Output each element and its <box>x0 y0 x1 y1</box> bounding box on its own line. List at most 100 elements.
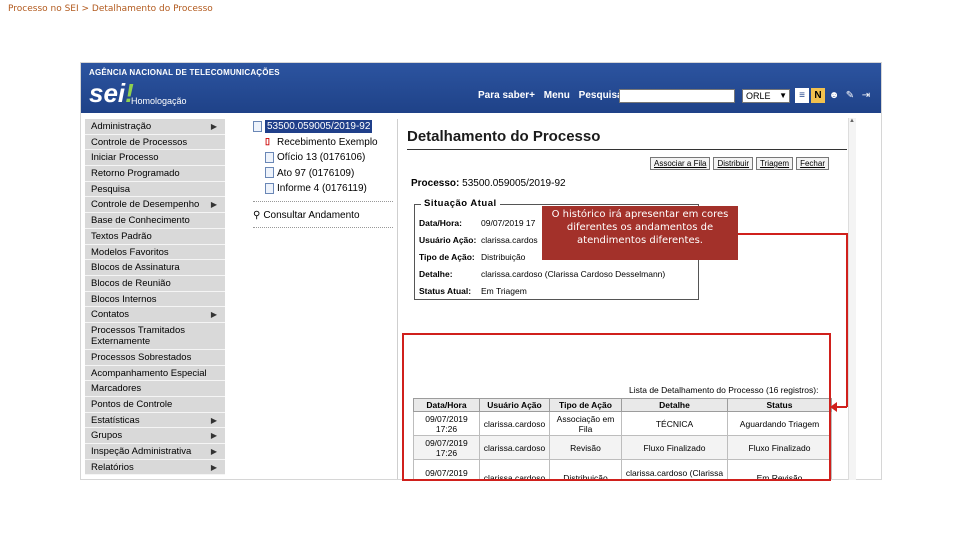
sei-logo[interactable]: sei! <box>89 78 134 108</box>
triagem-button[interactable]: Triagem <box>756 157 794 170</box>
title-rule <box>407 149 847 150</box>
process-tree: 53500.059005/2019-92 ▯ Recebimento Exempl… <box>253 119 403 259</box>
sidebar-item-label: Base de Conhecimento <box>91 215 190 227</box>
sidebar-item[interactable]: Controle de Desempenho ▶ <box>85 197 225 214</box>
sidebar-item[interactable]: Iniciar Processo <box>85 150 225 167</box>
chevron-right-icon: ▶ <box>210 447 217 457</box>
logo-text: sei <box>89 78 126 108</box>
chevron-right-icon: ▶ <box>210 200 217 210</box>
sidebar-item[interactable]: Contatos ▶ <box>85 307 225 323</box>
sidebar-item[interactable]: Retorno Programado <box>85 166 225 182</box>
wrench-icon[interactable]: ✎ <box>843 88 857 103</box>
folder-icon <box>253 120 262 132</box>
exit-icon[interactable]: ⇥ <box>859 88 873 103</box>
situacao-row: Data/Hora: 09/07/2019 17 <box>419 218 535 228</box>
fechar-button[interactable]: Fechar <box>796 157 829 170</box>
situacao-value: clarissa.cardoso (Clarissa Cardoso Desse… <box>481 269 666 279</box>
panel-divider <box>397 119 398 479</box>
sidebar-item-label: Marcadores <box>91 383 142 395</box>
tree-doc-label[interactable]: Ato 97 (0176109) <box>277 168 354 179</box>
tree-doc[interactable]: Informe 4 (0176119) <box>253 181 403 197</box>
tree-divider <box>253 200 393 202</box>
callout-box: O histórico irá apresentar em cores dife… <box>542 206 738 260</box>
situacao-label: Tipo de Ação: <box>419 252 475 262</box>
sidebar-item[interactable]: Blocos de Reunião <box>85 275 225 292</box>
situacao-label: Status Atual: <box>419 286 472 296</box>
sidebar-item[interactable]: Blocos de Assinatura <box>85 260 225 276</box>
tree-doc[interactable]: Ofício 13 (0176106) <box>253 150 403 166</box>
tree-doc[interactable]: Ato 97 (0176109) <box>253 166 403 182</box>
environment-label: Homologação <box>131 96 187 106</box>
document-icon <box>265 151 274 163</box>
search-input[interactable] <box>619 89 735 103</box>
tree-root-row[interactable]: 53500.059005/2019-92 <box>253 119 403 135</box>
consult-label[interactable]: Consultar Andamento <box>263 210 359 221</box>
link-pesquisa[interactable]: Pesquisa <box>579 90 623 101</box>
sidebar-item[interactable]: Marcadores <box>85 381 225 397</box>
pdf-icon: ▯ <box>265 136 270 147</box>
tree-doc-label[interactable]: Informe 4 (0176119) <box>277 183 367 194</box>
situacao-row: Status Atual: Em Triagem <box>419 286 527 296</box>
agency-name: AGÊNCIA NACIONAL DE TELECOMUNICAÇÕES <box>89 68 280 77</box>
app-header: AGÊNCIA NACIONAL DE TELECOMUNICAÇÕES sei… <box>81 63 881 113</box>
situacao-legend: Situação Atual <box>421 198 500 209</box>
situacao-label: Usuário Ação: <box>419 235 477 245</box>
sidebar-item-label: Estatísticas <box>91 414 140 426</box>
sidebar-item[interactable]: Estatísticas ▶ <box>85 412 225 429</box>
sidebar-item[interactable]: Controle de Processos <box>85 134 225 151</box>
tree-root-label[interactable]: 53500.059005/2019-92 <box>265 120 373 133</box>
distribuir-button[interactable]: Distribuir <box>713 157 754 170</box>
sidebar-item-label: Pesquisa <box>91 183 131 195</box>
sidebar-item-label: Acompanhamento Especial <box>91 367 207 379</box>
new-icon[interactable]: N <box>811 88 825 103</box>
sidebar-item-label: Controle de Desempenho <box>91 199 200 211</box>
sidebar-item[interactable]: Acompanhamento Especial <box>85 365 225 382</box>
scrollbar[interactable] <box>848 118 856 480</box>
sidebar-item-label: Textos Padrão <box>91 230 152 242</box>
sidebar-item-label: Processos Sobrestados <box>91 351 192 363</box>
scroll-up-icon[interactable]: ▲ <box>848 118 856 126</box>
connector-line <box>846 233 848 407</box>
magnifier-icon: ⚲ <box>253 209 261 221</box>
tree-doc[interactable]: ▯ Recebimento Exemplo <box>253 135 403 151</box>
sidebar-item-label: Contatos <box>91 309 130 321</box>
process-number: 53500.059005/2019-92 <box>462 178 566 189</box>
situacao-value: clarissa.cardos <box>481 235 538 245</box>
user-icon[interactable]: ☻ <box>827 88 841 103</box>
document-icon <box>265 182 274 194</box>
consult-link[interactable]: ⚲ Consultar Andamento <box>253 208 403 224</box>
sidebar-item[interactable]: Modelos Favoritos <box>85 244 225 261</box>
sidebar-item[interactable]: Blocos Internos <box>85 291 225 308</box>
sidebar-item[interactable]: Administração ▶ <box>85 119 225 135</box>
chevron-down-icon: ▼ <box>779 91 787 100</box>
page-title: Detalhamento do Processo <box>407 128 601 145</box>
sidebar-item[interactable]: Base de Conhecimento <box>85 213 225 229</box>
sidebar-menu: Administração ▶ Controle de Processos Inici… <box>85 119 225 476</box>
tree-doc-label[interactable]: Ofício 13 (0176106) <box>277 152 365 163</box>
sidebar-item[interactable]: Pontos de Controle <box>85 397 225 413</box>
sidebar-item[interactable]: Pesquisa <box>85 181 225 198</box>
sidebar-item-label: Iniciar Processo <box>91 152 159 164</box>
link-menu[interactable]: Menu <box>544 90 570 101</box>
chevron-right-icon: ▶ <box>210 122 217 131</box>
arrow-head-icon <box>830 402 837 412</box>
sidebar-item[interactable]: Textos Padrão <box>85 228 225 245</box>
sidebar-item[interactable]: Inspeção Administrativa ▶ <box>85 444 225 460</box>
breadcrumb: Processo no SEI > Detalhamento do Proces… <box>8 4 213 14</box>
situacao-row: Usuário Ação: clarissa.cardos <box>419 235 538 245</box>
sidebar-item[interactable]: Processos Sobrestados <box>85 349 225 366</box>
sidebar-item[interactable]: Processos Tramitados Externamente <box>85 322 225 350</box>
link-para-saber[interactable]: Para saber+ <box>478 90 535 101</box>
situacao-value: 09/07/2019 17 <box>481 218 536 228</box>
chevron-right-icon: ▶ <box>210 415 217 425</box>
associar-fila-button[interactable]: Associar a Fila <box>650 157 711 170</box>
tree-divider <box>253 227 393 228</box>
tree-doc-label[interactable]: Recebimento Exemplo <box>277 137 378 148</box>
unit-select[interactable]: ORLE ▼ <box>742 89 790 103</box>
sidebar-item[interactable]: Grupos ▶ <box>85 428 225 445</box>
notes-icon[interactable]: ≡ <box>795 88 809 103</box>
sidebar-item-label: Modelos Favoritos <box>91 246 169 258</box>
sidebar-item[interactable]: Relatórios ▶ <box>85 459 225 476</box>
chevron-right-icon: ▶ <box>210 310 217 320</box>
highlight-frame <box>402 333 831 481</box>
